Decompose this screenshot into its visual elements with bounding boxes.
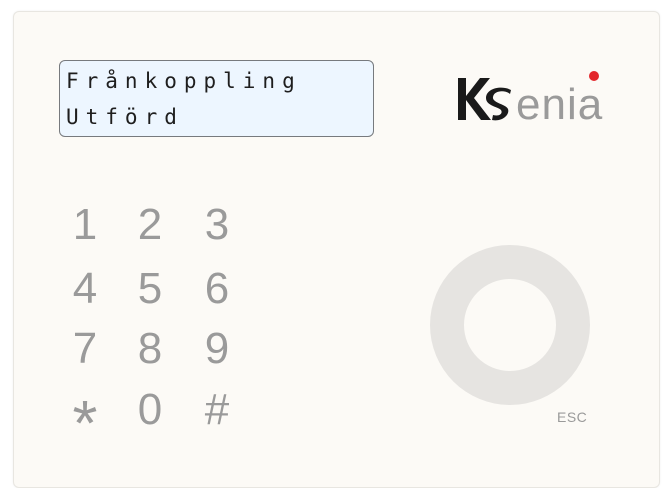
key-8[interactable]: 8 xyxy=(125,324,175,374)
lcd-line-2: Utförd xyxy=(66,105,184,129)
lcd-line-1: Frånkoppling xyxy=(66,69,302,93)
esc-label: ESC xyxy=(557,409,588,425)
keypad-panel: Frånkoppling Utförd enia 1 2 3 4 5 6 7 8… xyxy=(13,11,660,488)
key-star[interactable]: * xyxy=(60,391,110,455)
esc-button[interactable] xyxy=(430,245,590,405)
key-hash[interactable]: # xyxy=(192,385,242,435)
key-5[interactable]: 5 xyxy=(125,264,175,314)
key-4[interactable]: 4 xyxy=(60,264,110,314)
svg-text:enia: enia xyxy=(516,80,603,129)
lcd-display: Frånkoppling Utförd xyxy=(59,60,374,137)
ksenia-logo: enia xyxy=(456,64,626,134)
key-7[interactable]: 7 xyxy=(60,324,110,374)
esc-button-center xyxy=(464,279,556,371)
key-6[interactable]: 6 xyxy=(192,264,242,314)
key-2[interactable]: 2 xyxy=(125,200,175,250)
key-9[interactable]: 9 xyxy=(192,324,242,374)
key-3[interactable]: 3 xyxy=(192,200,242,250)
key-1[interactable]: 1 xyxy=(60,200,110,250)
key-0[interactable]: 0 xyxy=(125,385,175,435)
